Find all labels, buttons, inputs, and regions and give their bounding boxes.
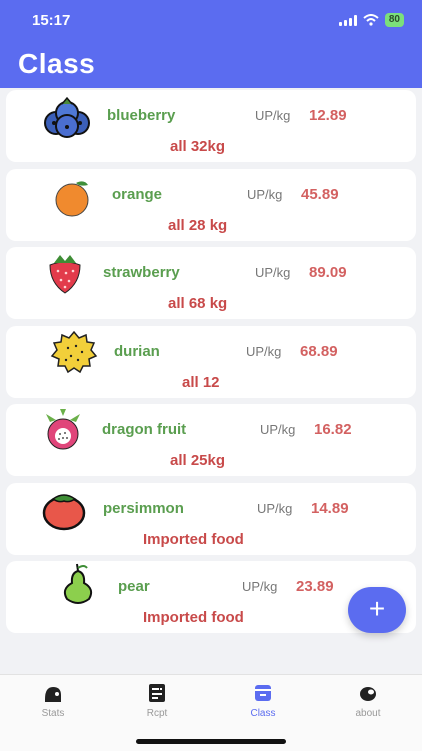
page-title: Class (18, 48, 96, 79)
strawberry-icon (49, 255, 81, 294)
item-total: all 28 kg (168, 217, 228, 234)
class-icon (255, 685, 271, 701)
battery-indicator: 80 (384, 13, 404, 27)
item-price: 68.89 (300, 343, 338, 360)
item-price: 45.89 (301, 186, 339, 203)
item-unit: UP/kg (247, 187, 283, 202)
persimmon-icon (42, 494, 86, 531)
item-unit: UP/kg (257, 501, 293, 516)
item-name: strawberry (103, 264, 180, 281)
item-total: Imported food (143, 531, 244, 548)
status-time: 15:17 (32, 12, 71, 29)
dragon-fruit-icon (46, 409, 80, 450)
receipt-icon (149, 684, 165, 702)
tab-label: Stats (41, 708, 65, 719)
tab-label: Rcpt (146, 708, 168, 719)
item-unit: UP/kg (246, 344, 282, 359)
tab-about[interactable]: about (333, 683, 403, 719)
list-item[interactable]: blueberry UP/kg 12.89 all 32kg (6, 90, 416, 162)
list-item[interactable]: orange UP/kg 45.89 all 28 kg (6, 169, 416, 241)
orange-icon (55, 181, 89, 217)
signal-icon (338, 14, 357, 26)
item-unit: UP/kg (255, 265, 291, 280)
item-unit: UP/kg (260, 422, 296, 437)
item-name: blueberry (107, 107, 176, 124)
item-price: 23.89 (296, 578, 334, 595)
item-price: 16.82 (314, 421, 352, 438)
about-icon (360, 687, 376, 701)
item-total: all 12 (182, 374, 220, 391)
app-header: 15:17 80 Class (0, 0, 422, 88)
durian-icon (50, 330, 98, 374)
item-name: orange (112, 186, 163, 203)
item-total: all 25kg (170, 452, 226, 469)
item-name: pear (118, 578, 150, 595)
item-total: Imported food (143, 609, 244, 626)
item-unit: UP/kg (255, 108, 291, 123)
item-name: durian (114, 343, 160, 360)
item-name: dragon fruit (102, 421, 187, 438)
tab-stats[interactable]: Stats (18, 683, 88, 719)
wifi-icon (363, 14, 379, 26)
item-price: 12.89 (309, 107, 347, 124)
list-item[interactable]: durian UP/kg 68.89 all 12 (6, 326, 416, 398)
tab-label: Class (250, 708, 276, 719)
list-item[interactable]: persimmon UP/kg 14.89 Imported food (6, 483, 416, 555)
item-total: all 68 kg (168, 295, 228, 312)
home-indicator (136, 739, 286, 744)
list-item[interactable]: dragon fruit UP/kg 16.82 all 25kg (6, 404, 416, 476)
item-unit: UP/kg (242, 579, 278, 594)
blueberry-icon (44, 96, 90, 138)
stats-icon (45, 687, 61, 702)
item-price: 14.89 (311, 500, 349, 517)
tab-rcpt[interactable]: Rcpt (122, 683, 192, 719)
add-button[interactable]: + (348, 587, 406, 633)
tab-label: about (355, 708, 381, 719)
item-price: 89.09 (309, 264, 347, 281)
item-name: persimmon (103, 500, 184, 517)
pear-icon (63, 563, 93, 604)
tab-class[interactable]: Class (228, 683, 298, 719)
list-item[interactable]: strawberry UP/kg 89.09 all 68 kg (6, 247, 416, 319)
item-total: all 32kg (170, 138, 226, 155)
status-icons: 80 (338, 13, 404, 27)
